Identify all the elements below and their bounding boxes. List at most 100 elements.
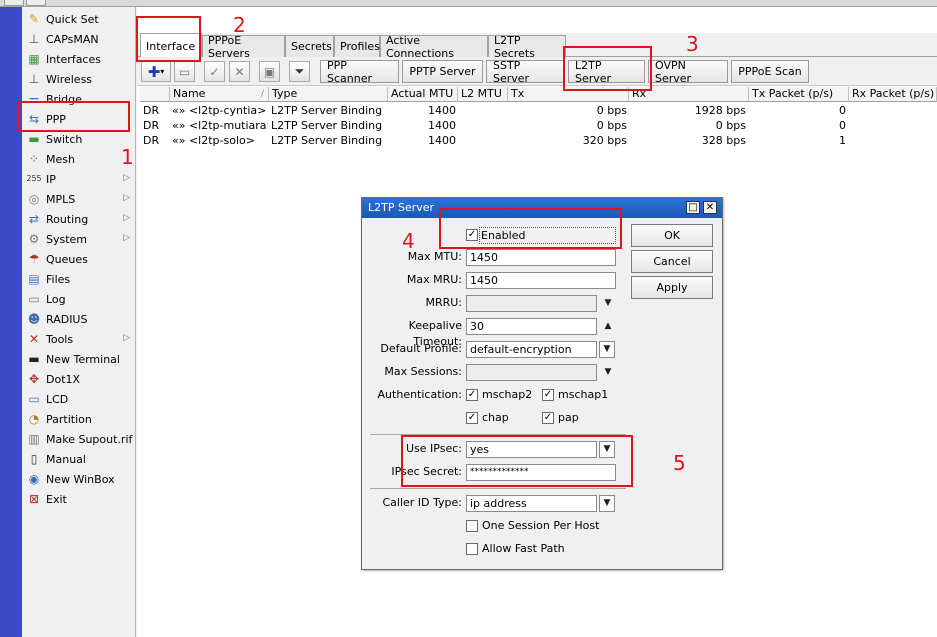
tab-pppoe-servers[interactable]: PPPoE Servers — [202, 34, 285, 60]
top-bar-button[interactable] — [4, 0, 24, 6]
sidebar-item-capsman[interactable]: ⊥ CAPsMAN — [22, 29, 136, 49]
sidebar-item-label: CAPsMAN — [46, 32, 99, 46]
sidebar-item-partition[interactable]: ◔ Partition — [22, 409, 136, 429]
keepalive-collapse-icon[interactable]: ▲ — [600, 318, 616, 335]
ovpn-server-button[interactable]: OVPN Server — [648, 59, 728, 85]
sidebar-item-radius[interactable]: ☻ RADIUS — [22, 309, 136, 329]
auth-pap-checkbox[interactable]: ✓ — [542, 412, 554, 424]
column-header-type[interactable]: Type — [269, 87, 388, 102]
table-row[interactable]: DR «» <l2tp-mutiara> L2TP Server Binding… — [140, 118, 937, 133]
comment-icon[interactable]: ▣ — [259, 61, 280, 82]
enable-icon[interactable]: ✓ — [204, 61, 225, 82]
ppp-toolbar: ✚ ▾ ▭ ✓ ✕ ▣ ⏷ PPP Scanner PPTP Server SST… — [137, 57, 937, 86]
sidebar-item-manual[interactable]: ▯ Manual — [22, 449, 136, 469]
wireless-icon: ⊥ — [28, 72, 40, 86]
mrru-dropdown-icon[interactable]: ▼ — [600, 295, 616, 312]
toolbar-button-label: PPPoE Scan — [738, 65, 802, 78]
sidebar-item-make-supout[interactable]: ▥ Make Supout.rif — [22, 429, 136, 449]
max-sessions-dropdown-icon[interactable]: ▼ — [600, 364, 616, 381]
tab-l2tp-secrets[interactable]: L2TP Secrets — [488, 34, 566, 60]
auth-mschap1-checkbox[interactable]: ✓ — [542, 389, 554, 401]
row-flags: DR — [143, 134, 160, 147]
maximize-icon[interactable]: □ — [686, 201, 700, 214]
sidebar-item-new-terminal[interactable]: ▬ New Terminal — [22, 349, 136, 369]
sidebar-item-tools[interactable]: ✕ Tools ▷ — [22, 329, 136, 349]
sidebar-item-dot1x[interactable]: ✥ Dot1X — [22, 369, 136, 389]
top-bar-button[interactable] — [26, 0, 46, 6]
annotation-number: 5 — [673, 451, 686, 475]
default-profile-dropdown-icon[interactable]: ▼ — [599, 341, 615, 358]
sidebar-item-interfaces[interactable]: ▦ Interfaces — [22, 49, 136, 69]
sidebar-item-new-winbox[interactable]: ◉ New WinBox — [22, 469, 136, 489]
sidebar-item-system[interactable]: ⚙ System ▷ — [22, 229, 136, 249]
antenna-icon: ⊥ — [28, 32, 40, 46]
keepalive-timeout-field[interactable]: 30 — [466, 318, 597, 335]
max-mru-field[interactable]: 1450 — [466, 272, 616, 289]
auth-chap-label: chap — [482, 411, 509, 424]
sidebar-item-switch[interactable]: ▬ Switch — [22, 129, 136, 149]
apply-button[interactable]: Apply — [631, 276, 713, 299]
column-header-name[interactable]: Name ∕ — [170, 87, 269, 102]
sidebar-item-label: LCD — [46, 392, 69, 406]
sidebar-item-label: Queues — [46, 252, 88, 266]
sstp-server-button[interactable]: SSTP Server — [486, 58, 565, 85]
ppp-scanner-button[interactable]: PPP Scanner — [320, 59, 399, 85]
auth-mschap2-checkbox[interactable]: ✓ — [466, 389, 478, 401]
row-rx: 0 bps — [715, 119, 746, 132]
mrru-label: MRRU: — [425, 296, 462, 309]
row-tx-packet: 0 — [839, 104, 846, 117]
auth-chap-checkbox[interactable]: ✓ — [466, 412, 478, 424]
add-icon[interactable]: ✚ ▾ — [141, 61, 171, 82]
sidebar-item-routing[interactable]: ⇄ Routing ▷ — [22, 209, 136, 229]
sidebar-item-log[interactable]: ▭ Log — [22, 289, 136, 309]
tools-icon: ✕ — [28, 332, 40, 346]
mesh-icon: ⁘ — [28, 152, 40, 166]
column-header-flags[interactable] — [140, 87, 170, 102]
sidebar-item-mpls[interactable]: ◎ MPLS ▷ — [22, 189, 136, 209]
max-sessions-field[interactable] — [466, 364, 597, 381]
table-row[interactable]: DR «» <l2tp-cyntia> L2TP Server Binding … — [140, 103, 937, 118]
cancel-button[interactable]: Cancel — [631, 250, 713, 273]
sidebar-item-ip[interactable]: 255 IP ▷ — [22, 169, 136, 189]
sidebar-item-quick-set[interactable]: ✎ Quick Set — [22, 9, 136, 29]
column-header-rx-packet[interactable]: Rx Packet (p/s) — [849, 87, 937, 102]
table-row[interactable]: DR «» <l2tp-solo> L2TP Server Binding 14… — [140, 133, 937, 148]
caller-id-type-dropdown-icon[interactable]: ▼ — [599, 495, 615, 512]
submenu-arrow-icon: ▷ — [123, 333, 130, 343]
filter-icon[interactable]: ⏷ — [289, 61, 310, 82]
sidebar-item-label: Partition — [46, 412, 92, 426]
tab-secrets[interactable]: Secrets — [285, 35, 334, 57]
max-mtu-field[interactable]: 1450 — [466, 249, 616, 266]
folder-icon: ▤ — [28, 272, 40, 286]
disable-icon[interactable]: ✕ — [229, 61, 250, 82]
highlight-box-ppp — [17, 101, 130, 132]
sidebar-item-mesh[interactable]: ⁘ Mesh — [22, 149, 136, 169]
pppoe-scan-button[interactable]: PPPoE Scan — [731, 60, 809, 83]
mrru-field[interactable] — [466, 295, 597, 312]
pptp-server-button[interactable]: PPTP Server — [402, 60, 483, 83]
sidebar-item-label: RADIUS — [46, 312, 88, 326]
allow-fast-path-checkbox[interactable] — [466, 543, 478, 555]
sidebar-item-label: New Terminal — [46, 352, 120, 366]
row-actual-mtu: 1400 — [428, 134, 456, 147]
toolbar-button-label: SSTP Server — [493, 58, 530, 85]
column-header-l2-mtu[interactable]: L2 MTU — [458, 87, 508, 102]
sidebar-item-queues[interactable]: ☂ Queues — [22, 249, 136, 269]
column-header-tx-packet[interactable]: Tx Packet (p/s) — [749, 87, 849, 102]
log-icon: ▭ — [28, 292, 40, 306]
sidebar-item-files[interactable]: ▤ Files — [22, 269, 136, 289]
column-header-actual-mtu[interactable]: Actual MTU — [388, 87, 458, 102]
sidebar-item-wireless[interactable]: ⊥ Wireless — [22, 69, 136, 89]
tab-profiles[interactable]: Profiles — [334, 35, 380, 57]
sidebar-item-exit[interactable]: ⊠ Exit — [22, 489, 136, 509]
tab-active-connections[interactable]: Active Connections — [380, 34, 488, 60]
allow-fast-path-label: Allow Fast Path — [482, 542, 565, 555]
remove-icon[interactable]: ▭ — [174, 61, 195, 82]
close-icon[interactable]: ✕ — [703, 201, 717, 214]
sidebar-item-label: IP — [46, 172, 56, 186]
ok-button[interactable]: OK — [631, 224, 713, 247]
caller-id-type-select[interactable]: ip address — [466, 495, 597, 512]
sidebar-item-lcd[interactable]: ▭ LCD — [22, 389, 136, 409]
one-session-per-host-checkbox[interactable] — [466, 520, 478, 532]
default-profile-select[interactable]: default-encryption — [466, 341, 597, 358]
